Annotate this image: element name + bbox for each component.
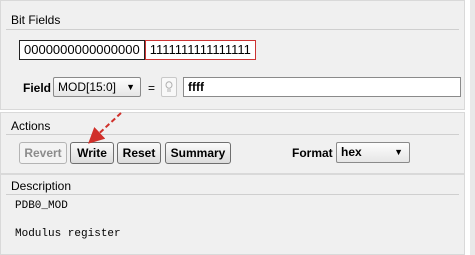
description-title: Description — [11, 179, 72, 193]
bit-fields-separator — [6, 29, 459, 30]
chevron-down-icon: ▼ — [126, 82, 135, 92]
summary-button[interactable]: Summary — [165, 142, 231, 164]
field-value-input[interactable]: ffff — [183, 77, 461, 97]
equals-sign: = — [148, 81, 156, 95]
format-label: Format — [292, 146, 333, 160]
bit-field-display: 0000000000000000 1111111111111111 — [19, 40, 256, 60]
format-select-value: hex — [341, 145, 362, 159]
scrollbar-track[interactable] — [470, 0, 475, 255]
format-select[interactable]: hex ▼ — [336, 142, 410, 163]
field-label: Field — [23, 81, 52, 95]
reset-button[interactable]: Reset — [117, 142, 161, 164]
bits-high-selected[interactable]: 1111111111111111 — [144, 40, 256, 60]
actions-title: Actions — [11, 119, 51, 133]
description-separator — [6, 194, 459, 195]
chevron-down-icon: ▼ — [394, 147, 403, 157]
bit-fields-title: Bit Fields — [11, 13, 61, 27]
field-select-value: MOD[15:0] — [58, 80, 117, 94]
write-button[interactable]: Write — [70, 142, 114, 164]
bulb-icon[interactable] — [161, 77, 177, 97]
actions-panel: Actions Revert Write Reset Summary Forma… — [0, 112, 465, 174]
bits-low[interactable]: 0000000000000000 — [19, 40, 145, 60]
bit-fields-panel: Bit Fields 0000000000000000 111111111111… — [0, 0, 465, 110]
description-panel: Description PDB0_MOD Modulus register — [0, 174, 465, 255]
description-text: PDB0_MOD Modulus register — [15, 200, 121, 240]
field-select[interactable]: MOD[15:0] ▼ — [53, 77, 141, 97]
revert-button[interactable]: Revert — [19, 142, 67, 164]
actions-separator — [6, 134, 459, 135]
